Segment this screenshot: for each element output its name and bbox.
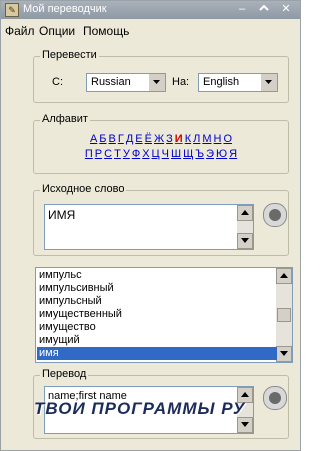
- scroll-up-icon[interactable]: [276, 268, 292, 284]
- app-icon[interactable]: ✎: [5, 3, 19, 17]
- list-scrollbar[interactable]: [276, 268, 292, 362]
- scroll-thumb[interactable]: [277, 308, 291, 322]
- window-title: Мой переводчик: [23, 3, 107, 15]
- alphabet-letter[interactable]: Ж: [154, 133, 164, 145]
- alphabet-legend: Алфавит: [40, 113, 90, 125]
- translation-legend: Перевод: [40, 368, 89, 380]
- alphabet-letter[interactable]: М: [202, 133, 211, 145]
- alphabet-letter[interactable]: Ъ: [195, 148, 204, 160]
- list-item[interactable]: импульсный: [39, 295, 275, 308]
- alphabet-letter[interactable]: Я: [229, 148, 237, 160]
- alphabet-row-1: АБВГДЕЁЖЗИКЛМНО: [34, 133, 288, 145]
- alphabet-letter[interactable]: И: [175, 133, 183, 145]
- list-item[interactable]: импульсивный: [39, 282, 275, 295]
- menu-help[interactable]: Помощь: [83, 24, 129, 38]
- from-language-select[interactable]: Russian: [86, 73, 166, 92]
- list-item[interactable]: импульс: [39, 269, 275, 282]
- close-icon[interactable]: ✕: [278, 3, 294, 16]
- alphabet-letter[interactable]: Л: [193, 133, 200, 145]
- list-item[interactable]: имущественный: [39, 308, 275, 321]
- from-label: С:: [52, 76, 63, 88]
- alphabet-letter[interactable]: Ч: [162, 148, 169, 160]
- title-bar[interactable]: ✎ Мой переводчик – ✕: [1, 1, 300, 19]
- to-label: На:: [172, 76, 190, 88]
- alphabet-letter[interactable]: К: [185, 133, 191, 145]
- to-language-select[interactable]: English: [198, 73, 278, 92]
- alphabet-letter[interactable]: Б: [99, 133, 106, 145]
- alphabet-letter[interactable]: У: [123, 148, 130, 160]
- alphabet-letter[interactable]: Е: [135, 133, 142, 145]
- chevron-down-icon[interactable]: [260, 74, 277, 91]
- alphabet-letter[interactable]: Г: [118, 133, 124, 145]
- scroll-down-icon[interactable]: [237, 233, 253, 249]
- source-word-input[interactable]: ИМЯ: [44, 204, 254, 250]
- alphabet-row-2: ПРСТУФХЦЧШЩЪЭЮЯ: [34, 148, 288, 160]
- source-scrollbar[interactable]: [237, 205, 253, 249]
- word-list[interactable]: импульс импульсивный импульсный имущественн…: [35, 267, 293, 363]
- source-word-text: ИМЯ: [48, 208, 76, 222]
- source-legend: Исходное слово: [40, 183, 127, 195]
- speaker-icon[interactable]: [263, 386, 287, 410]
- menu-options[interactable]: Опции: [39, 24, 75, 38]
- alphabet-letter[interactable]: Щ: [183, 148, 193, 160]
- alphabet-letter[interactable]: В: [109, 133, 116, 145]
- list-item[interactable]: имущество: [39, 321, 275, 334]
- alphabet-letter[interactable]: А: [90, 133, 97, 145]
- speaker-icon[interactable]: [263, 203, 287, 227]
- alphabet-group: Алфавит АБВГДЕЁЖЗИКЛМНО ПРСТУФХЦЧШЩЪЭЮЯ: [33, 113, 289, 174]
- list-item[interactable]: имя: [37, 347, 277, 360]
- alphabet-letter[interactable]: П: [85, 148, 93, 160]
- from-language-value: Russian: [91, 76, 131, 88]
- list-item[interactable]: имущий: [39, 334, 275, 347]
- scroll-up-icon[interactable]: [237, 205, 253, 221]
- alphabet-letter[interactable]: Т: [114, 148, 121, 160]
- scroll-down-icon[interactable]: [276, 346, 292, 362]
- alphabet-letter[interactable]: Р: [95, 148, 102, 160]
- source-group: Исходное слово ИМЯ: [33, 183, 289, 256]
- scroll-down-icon[interactable]: [237, 417, 253, 433]
- alphabet-letter[interactable]: О: [223, 133, 232, 145]
- alphabet-letter[interactable]: Ф: [132, 148, 140, 160]
- menu-file[interactable]: Файл: [5, 24, 35, 38]
- alphabet-letter[interactable]: Ц: [152, 148, 160, 160]
- alphabet-letter[interactable]: С: [104, 148, 112, 160]
- minimize-icon[interactable]: –: [234, 3, 250, 16]
- menu-bar: Файл Опции Помощь: [1, 21, 300, 39]
- alphabet-letter[interactable]: Н: [214, 133, 222, 145]
- alphabet-letter[interactable]: Ш: [171, 148, 181, 160]
- alphabet-letter[interactable]: Ю: [216, 148, 227, 160]
- alphabet-letter[interactable]: Д: [126, 133, 133, 145]
- app-window: ✎ Мой переводчик – ✕ Файл Опции Помощь П…: [0, 0, 301, 451]
- alphabet-letter[interactable]: Э: [206, 148, 214, 160]
- translate-legend: Перевести: [40, 49, 99, 61]
- alphabet-letter[interactable]: Х: [142, 148, 149, 160]
- chevron-down-icon[interactable]: [148, 74, 165, 91]
- alphabet-letter[interactable]: З: [166, 133, 173, 145]
- translate-group: Перевести С: Russian На: English: [33, 49, 289, 103]
- rollup-icon[interactable]: [256, 3, 272, 16]
- watermark-text: ТВОИ ПРОГРАММЫ РУ: [34, 399, 246, 418]
- to-language-value: English: [203, 76, 240, 88]
- alphabet-letter[interactable]: Ё: [145, 133, 152, 145]
